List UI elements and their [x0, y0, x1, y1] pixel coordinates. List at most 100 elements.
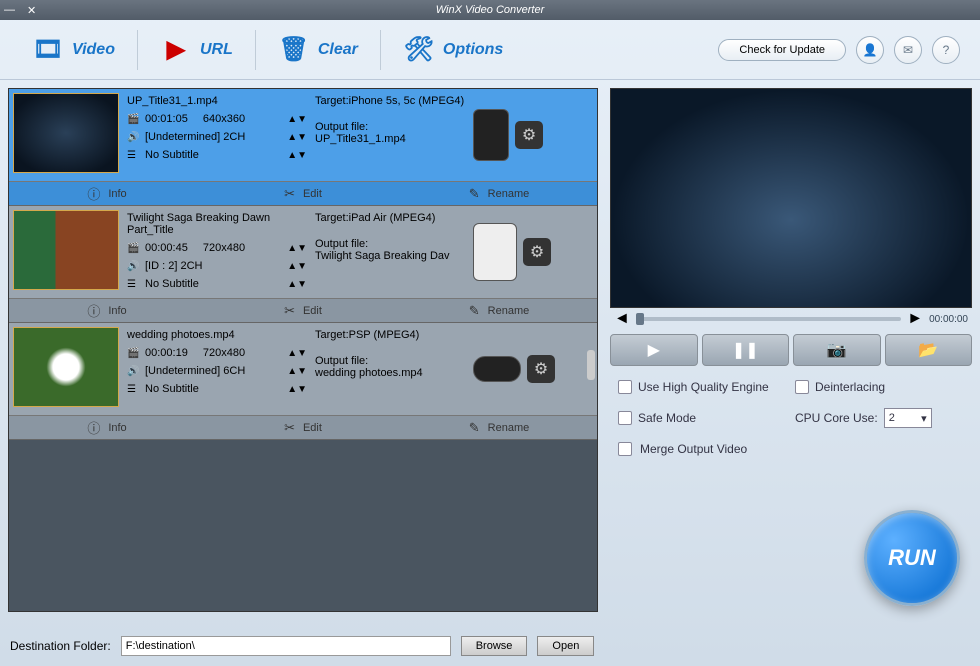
audio-stream-stepper[interactable]: ▲▼ — [287, 366, 307, 377]
run-button[interactable]: RUN — [864, 510, 960, 606]
add-video-button[interactable]: 🎞 Video — [20, 30, 127, 70]
video-thumbnail — [13, 210, 119, 290]
edit-button[interactable]: ✂Edit — [205, 303, 401, 319]
rename-button[interactable]: ✎Rename — [401, 420, 597, 436]
info-icon: ⓘ — [87, 301, 100, 320]
video-list-item[interactable]: wedding photoes.mp4 🎬00:00:19 720x480▲▼ … — [9, 323, 597, 440]
video-thumbnail — [13, 327, 119, 407]
subtitle-icon: ☰ — [127, 279, 139, 290]
clapper-icon: 🎬 — [127, 348, 139, 359]
video-stream-stepper[interactable]: ▲▼ — [287, 114, 307, 125]
device-iphone-icon — [473, 109, 509, 161]
cpu-core-select[interactable]: 2▾ — [884, 408, 932, 428]
options-button[interactable]: 🛠 Options — [391, 30, 515, 70]
close-button[interactable]: ✕ — [27, 4, 36, 17]
speaker-icon: 🔊 — [127, 132, 139, 143]
wrench-icon: 🛠 — [403, 34, 435, 66]
film-plus-icon: 🎞 — [32, 34, 64, 66]
device-psp-icon — [473, 356, 521, 382]
timeline-end-marker[interactable]: ► — [907, 310, 923, 328]
destination-label: Destination Folder: — [10, 639, 111, 653]
separator — [380, 30, 381, 70]
target-format: Target:PSP (MPEG4) — [315, 329, 465, 341]
subtitle-icon: ☰ — [127, 384, 139, 395]
video-stream-stepper[interactable]: ▲▼ — [287, 348, 307, 359]
browse-button[interactable]: Browse — [461, 636, 528, 656]
clapper-icon: 🎬 — [127, 243, 139, 254]
edit-button[interactable]: ✂Edit — [205, 420, 401, 436]
video-filename: wedding photoes.mp4 — [127, 329, 307, 341]
output-filename: Twilight Saga Breaking Dav — [315, 250, 465, 262]
rename-icon: ✎ — [469, 186, 480, 202]
rename-button[interactable]: ✎Rename — [401, 186, 597, 202]
speaker-icon: 🔊 — [127, 261, 139, 272]
subtitle-stepper[interactable]: ▲▼ — [287, 279, 307, 290]
subtitle-icon: ☰ — [127, 150, 139, 161]
video-filename: UP_Title31_1.mp4 — [127, 95, 307, 107]
video-list-item[interactable]: UP_Title31_1.mp4 🎬00:01:05 640x360▲▼ 🔊[U… — [9, 89, 597, 206]
scrollbar-grip[interactable] — [587, 350, 595, 380]
output-filename: UP_Title31_1.mp4 — [315, 133, 465, 145]
open-folder-button[interactable]: 📂 — [885, 334, 973, 366]
video-filename: Twilight Saga Breaking Dawn Part_Title — [127, 212, 307, 236]
scissors-icon: ✂ — [284, 420, 295, 436]
titlebar: WinX Video Converter — ✕ — [0, 0, 980, 20]
chevron-down-icon: ▾ — [921, 412, 927, 425]
merge-output-checkbox[interactable] — [618, 442, 632, 456]
info-button[interactable]: ⓘInfo — [9, 184, 205, 203]
timecode: 00:00:00 — [929, 314, 968, 325]
device-ipad-icon — [473, 223, 517, 281]
settings-gear-button[interactable]: ⚙ — [527, 355, 555, 383]
video-list-item[interactable]: Twilight Saga Breaking Dawn Part_Title 🎬… — [9, 206, 597, 323]
separator — [255, 30, 256, 70]
mail-icon[interactable]: ✉ — [894, 36, 922, 64]
app-title: WinX Video Converter — [0, 4, 980, 16]
clear-button[interactable]: 🗑 Clear — [266, 30, 370, 70]
clapper-icon: 🎬 — [127, 114, 139, 125]
open-button[interactable]: Open — [537, 636, 594, 656]
separator — [137, 30, 138, 70]
rename-button[interactable]: ✎Rename — [401, 303, 597, 319]
minimize-button[interactable]: — — [4, 4, 15, 17]
edit-button[interactable]: ✂Edit — [205, 186, 401, 202]
play-button[interactable]: ▶ — [610, 334, 698, 366]
video-list: UP_Title31_1.mp4 🎬00:01:05 640x360▲▼ 🔊[U… — [8, 88, 598, 612]
target-format: Target:iPad Air (MPEG4) — [315, 212, 465, 224]
speaker-icon: 🔊 — [127, 366, 139, 377]
rename-icon: ✎ — [469, 303, 480, 319]
account-icon[interactable]: 👤 — [856, 36, 884, 64]
youtube-icon: ▶ — [160, 34, 192, 66]
target-format: Target:iPhone 5s, 5c (MPEG4) — [315, 95, 465, 107]
help-icon[interactable]: ? — [932, 36, 960, 64]
high-quality-checkbox[interactable] — [618, 380, 632, 394]
timeline-track[interactable] — [636, 317, 901, 321]
scissors-icon: ✂ — [284, 186, 295, 202]
info-button[interactable]: ⓘInfo — [9, 301, 205, 320]
pause-button[interactable]: ❚❚ — [702, 334, 790, 366]
timeline-playhead[interactable] — [636, 313, 644, 325]
video-thumbnail — [13, 93, 119, 173]
subtitle-stepper[interactable]: ▲▼ — [287, 150, 307, 161]
rename-icon: ✎ — [469, 420, 480, 436]
audio-stream-stepper[interactable]: ▲▼ — [287, 261, 307, 272]
check-update-button[interactable]: Check for Update — [718, 39, 846, 61]
info-button[interactable]: ⓘInfo — [9, 418, 205, 437]
destination-input[interactable] — [121, 636, 451, 656]
info-icon: ⓘ — [87, 184, 100, 203]
audio-stream-stepper[interactable]: ▲▼ — [287, 132, 307, 143]
output-filename: wedding photoes.mp4 — [315, 367, 465, 379]
video-stream-stepper[interactable]: ▲▼ — [287, 243, 307, 254]
settings-gear-button[interactable]: ⚙ — [515, 121, 543, 149]
snapshot-button[interactable]: 📷 — [793, 334, 881, 366]
subtitle-stepper[interactable]: ▲▼ — [287, 384, 307, 395]
deinterlacing-checkbox[interactable] — [795, 380, 809, 394]
scissors-icon: ✂ — [284, 303, 295, 319]
add-url-button[interactable]: ▶ URL — [148, 30, 245, 70]
info-icon: ⓘ — [87, 418, 100, 437]
trash-icon: 🗑 — [278, 34, 310, 66]
settings-gear-button[interactable]: ⚙ — [523, 238, 551, 266]
timeline: ◄ ► 00:00:00 — [610, 310, 972, 328]
main-toolbar: 🎞 Video ▶ URL 🗑 Clear 🛠 Options Check fo… — [0, 20, 980, 80]
safe-mode-checkbox[interactable] — [618, 411, 632, 425]
timeline-start-marker[interactable]: ◄ — [614, 310, 630, 328]
